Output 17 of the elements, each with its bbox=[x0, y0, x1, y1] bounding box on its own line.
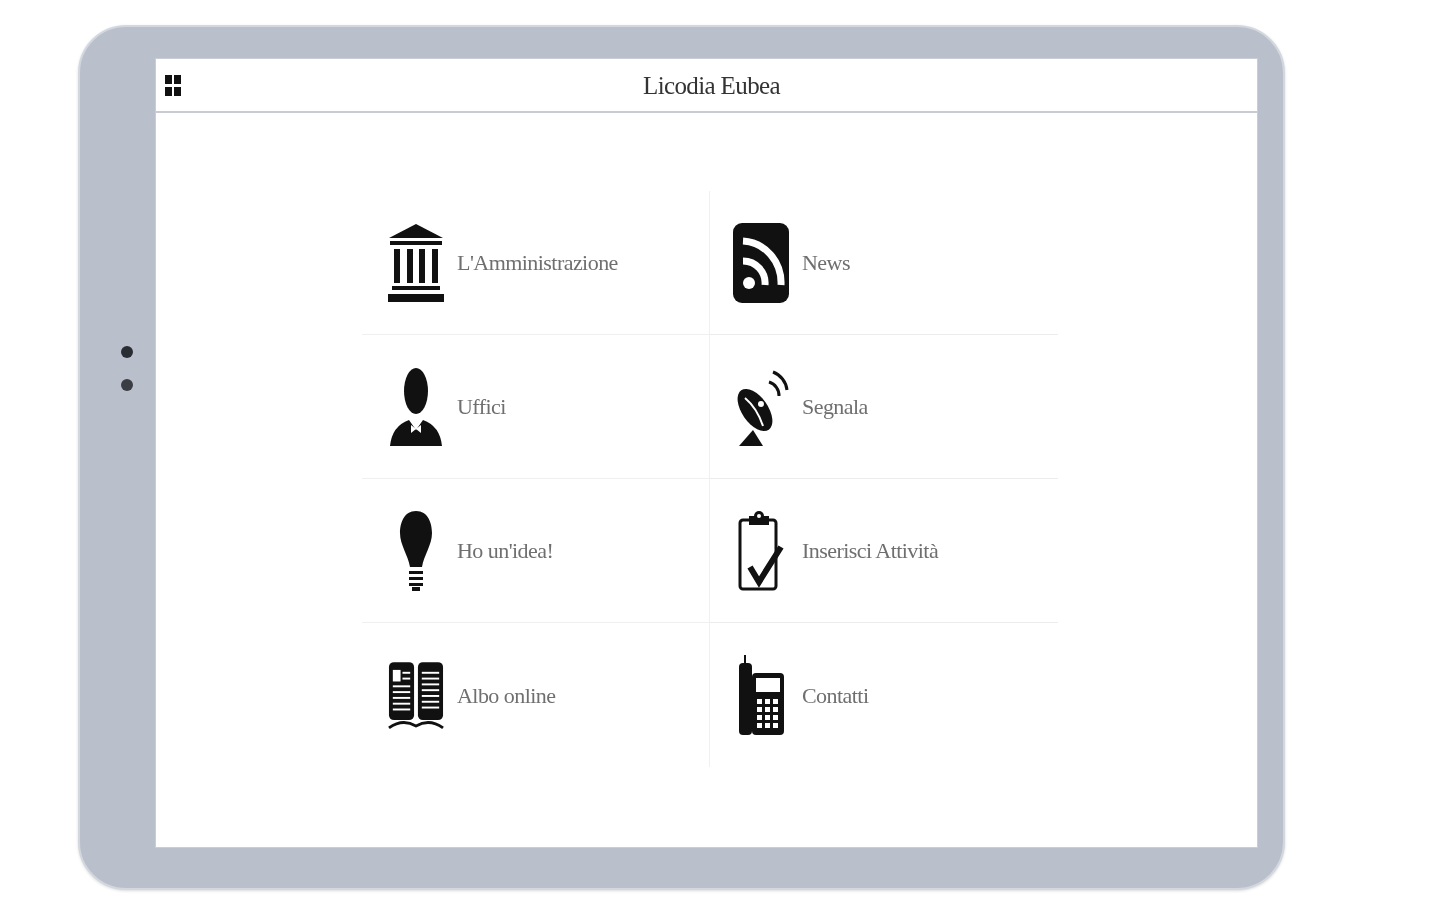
menu-item[interactable]: Albo online bbox=[362, 623, 710, 767]
rss-feed-icon bbox=[733, 222, 789, 303]
menu-item[interactable]: Contatti bbox=[710, 623, 1058, 767]
menu-item[interactable]: Ho un'idea! bbox=[362, 479, 710, 623]
menu-item[interactable]: Segnala bbox=[710, 335, 1058, 479]
menu-item[interactable]: Uffici bbox=[362, 335, 710, 479]
menu-item[interactable]: News bbox=[710, 191, 1058, 335]
desk-phone-icon bbox=[737, 655, 785, 735]
open-book-icon bbox=[388, 659, 444, 731]
clipboard-check-icon bbox=[738, 510, 784, 591]
menu-item[interactable]: L'Amministrazione bbox=[362, 191, 710, 335]
person-bust-icon bbox=[388, 367, 444, 446]
app-title: Licodia Eubea bbox=[643, 72, 780, 98]
light-bulb-icon bbox=[398, 510, 434, 591]
menu-item[interactable]: Inserisci Attività bbox=[710, 479, 1058, 623]
menu-icon[interactable] bbox=[165, 75, 181, 97]
bank-columns-icon bbox=[388, 223, 444, 302]
